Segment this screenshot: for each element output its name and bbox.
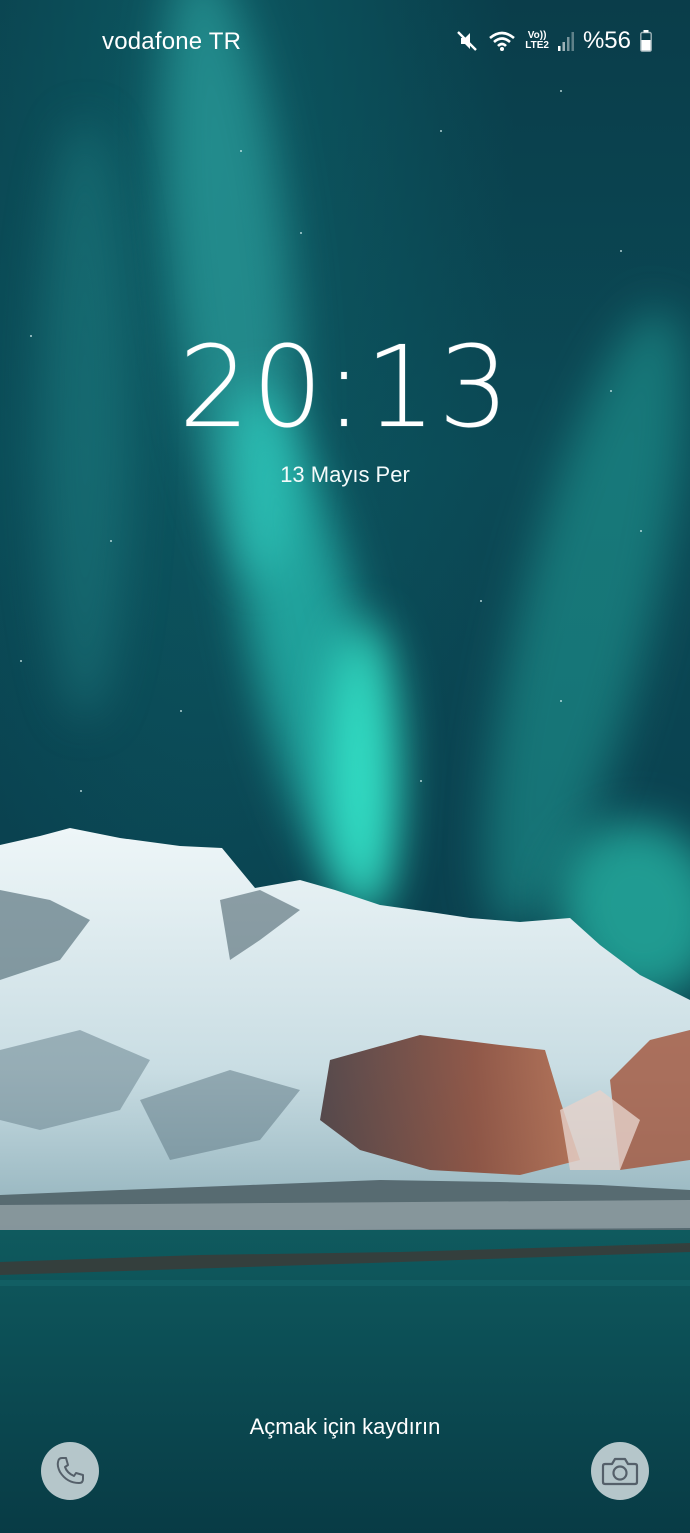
- swipe-to-unlock-hint: Açmak için kaydırın: [249, 1414, 441, 1439]
- snowy-mountain: [0, 828, 690, 1533]
- signal-icon: [557, 30, 574, 52]
- camera-shortcut-button[interactable]: [591, 1442, 649, 1500]
- status-icons: Vo)) LTE2 %56: [455, 27, 652, 55]
- battery-icon: [640, 30, 652, 52]
- lock-clock: 20:13: [178, 323, 512, 453]
- lock-date: 13 Mayıs Per: [280, 462, 410, 487]
- battery-percent: %56: [582, 27, 631, 54]
- volte-icon: Vo)) LTE2: [525, 31, 549, 51]
- carrier-name: vodafone TR: [102, 28, 242, 55]
- status-bar: vodafone TR Vo)) LTE2 %56: [0, 0, 690, 86]
- phone-shortcut-button[interactable]: [41, 1442, 99, 1500]
- camera-icon: [601, 1455, 639, 1487]
- lte-label: LTE2: [525, 40, 549, 51]
- mute-icon: [455, 29, 479, 53]
- phone-icon: [53, 1454, 87, 1488]
- wifi-icon: [488, 29, 516, 53]
- wallpaper: [0, 0, 690, 1533]
